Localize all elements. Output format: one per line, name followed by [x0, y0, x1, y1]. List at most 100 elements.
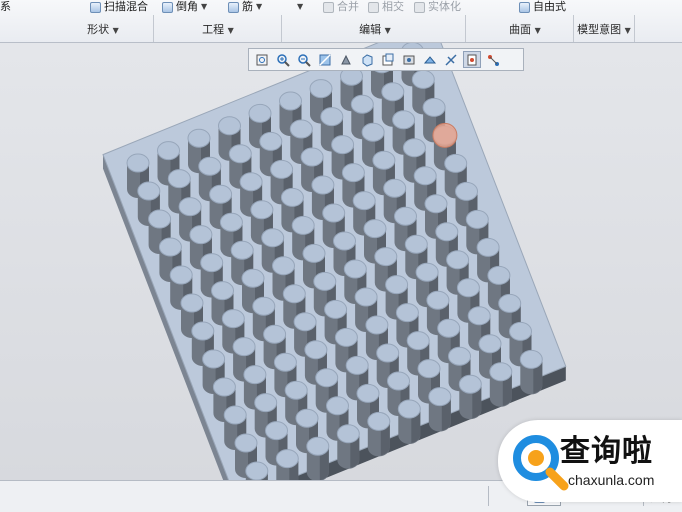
- pin-top: [259, 131, 283, 151]
- pin-top: [137, 181, 161, 201]
- chevron-down-icon: ▼: [534, 26, 541, 35]
- merge-icon: [323, 1, 334, 13]
- refit-icon: [256, 54, 268, 65]
- pin-top: [263, 324, 287, 344]
- pin-top: [228, 144, 252, 164]
- group-divider: [281, 15, 282, 42]
- pin-top: [448, 346, 471, 366]
- pin-top: [280, 187, 304, 207]
- pin-top: [467, 306, 491, 326]
- pin-top: [361, 122, 385, 142]
- watermark-url: chaxunla.com: [568, 472, 655, 488]
- repaint-button[interactable]: [316, 51, 334, 68]
- pin-top: [304, 340, 328, 360]
- pin-top: [476, 237, 500, 257]
- pin-top: [198, 156, 222, 176]
- part-model[interactable]: [0, 43, 682, 480]
- pin-top: [284, 380, 308, 400]
- tool-label: 系: [0, 0, 11, 13]
- pin-top: [498, 293, 522, 313]
- pin: [306, 436, 330, 480]
- selection-highlight: [432, 122, 458, 148]
- pin-top: [333, 231, 356, 251]
- chevron-down-icon[interactable]: ▼: [256, 0, 262, 14]
- pin-top: [489, 362, 513, 382]
- pin-top: [167, 169, 191, 189]
- chevron-down-icon[interactable]: ▼: [201, 0, 207, 14]
- pin-top: [189, 225, 213, 245]
- display-style-button[interactable]: [337, 51, 355, 68]
- pin-top: [363, 219, 387, 239]
- chevron-down-icon: ▼: [624, 26, 631, 35]
- pin-top: [245, 461, 269, 480]
- pin-top: [320, 107, 344, 127]
- pin-top: [291, 215, 315, 235]
- pin-top: [365, 315, 389, 335]
- freestyle-icon: [519, 1, 530, 13]
- zoom-out-button[interactable]: [295, 51, 313, 68]
- pin-top: [354, 287, 378, 307]
- group-edit-label: 编辑: [359, 23, 382, 36]
- pin-top: [422, 97, 446, 117]
- group-shape[interactable]: 形状 ▼: [68, 22, 138, 38]
- zoom-in-button[interactable]: [274, 51, 292, 68]
- pin-top: [191, 321, 215, 341]
- sweep-blend-button[interactable]: 扫描混合: [90, 0, 148, 14]
- chamfer-icon: [162, 1, 173, 13]
- group-edit[interactable]: 编辑 ▼: [335, 22, 415, 38]
- annotation-display-button[interactable]: [484, 51, 502, 68]
- pin-top: [336, 424, 360, 444]
- pin: [275, 449, 299, 480]
- spin-center-button[interactable]: [463, 51, 481, 68]
- chevron-down-icon: ▼: [227, 26, 234, 35]
- saved-orientations-icon: [362, 53, 373, 67]
- merge-button[interactable]: 合并: [323, 0, 359, 14]
- pin-top: [218, 116, 241, 136]
- pin-top: [381, 82, 405, 102]
- rib-button[interactable]: 筋 ▼: [228, 0, 262, 14]
- pin-top: [219, 212, 243, 232]
- group-shape-label: 形状: [87, 23, 110, 36]
- section-button[interactable]: [421, 51, 439, 68]
- sweep-blend-label: 扫描混合: [104, 0, 148, 13]
- group-surface[interactable]: 曲面 ▼: [485, 22, 565, 38]
- pin-top: [230, 240, 254, 260]
- pin-top: [157, 141, 180, 161]
- pin-top: [293, 312, 317, 332]
- pin-top: [385, 275, 409, 295]
- edit-dropdown[interactable]: ▼: [297, 0, 303, 14]
- view-manager-icon: [382, 53, 394, 65]
- group-model-intent[interactable]: 模型意图 ▼: [574, 22, 634, 38]
- pin-top: [252, 296, 276, 316]
- perspective-button[interactable]: [400, 51, 418, 68]
- ribbon: 系 扫描混合 倒角 ▼ 筋 ▼ ▼ 合并 相交 实体化 自由式 形状 ▼ 工程 ▼ …: [0, 0, 682, 43]
- pin-top: [248, 103, 272, 123]
- datum-display-button[interactable]: [442, 51, 460, 68]
- group-engineering[interactable]: 工程 ▼: [178, 22, 258, 38]
- section-icon: [423, 55, 437, 63]
- pin-top: [211, 281, 234, 301]
- pin-top: [322, 203, 346, 223]
- solidify-button[interactable]: 实体化: [414, 0, 461, 14]
- intersect-icon: [368, 1, 379, 13]
- pin-top: [356, 383, 380, 403]
- view-toolbar: [248, 48, 524, 71]
- view-manager-button[interactable]: [379, 51, 397, 68]
- group-divider: [153, 15, 154, 42]
- intersect-button[interactable]: 相交: [368, 0, 404, 14]
- chevron-down-icon[interactable]: ▼: [297, 0, 303, 14]
- pin-top: [376, 343, 400, 363]
- pin-top: [334, 327, 358, 347]
- pin-top: [315, 368, 339, 388]
- pin-top: [223, 405, 247, 425]
- pin-top: [455, 181, 478, 201]
- saved-orientations-button[interactable]: [358, 51, 376, 68]
- pin-top: [275, 449, 299, 469]
- refit-button[interactable]: [253, 51, 271, 68]
- freestyle-button[interactable]: 自由式: [519, 0, 566, 14]
- tool-partial[interactable]: 系: [0, 0, 11, 14]
- pin-top: [212, 377, 236, 397]
- status-divider: [488, 486, 489, 506]
- chamfer-button[interactable]: 倒角 ▼: [162, 0, 207, 14]
- display-style-icon: [341, 54, 351, 64]
